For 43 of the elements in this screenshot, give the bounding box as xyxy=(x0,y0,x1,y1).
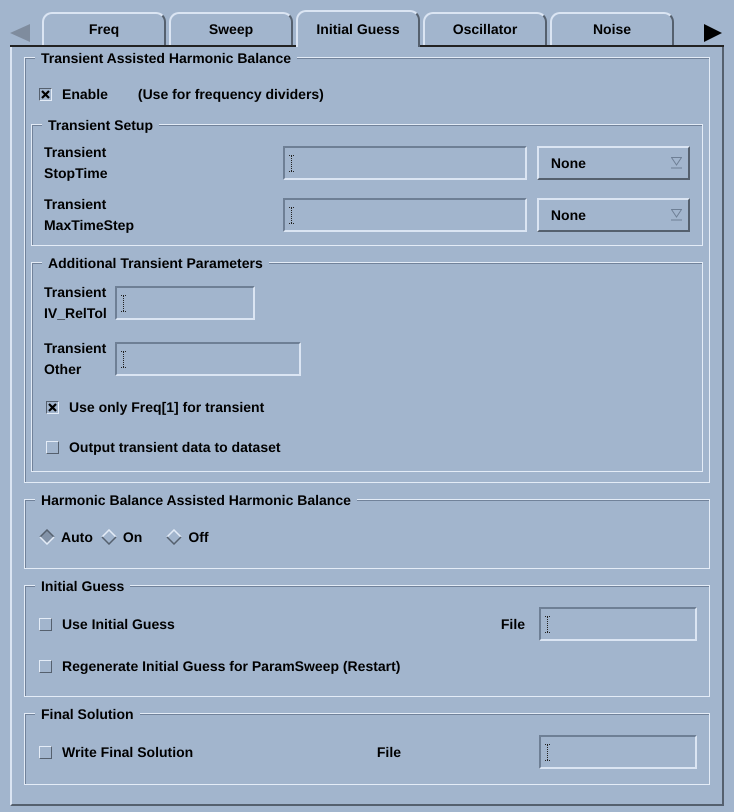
input-field[interactable] xyxy=(115,286,255,320)
checkbox[interactable] xyxy=(46,400,59,414)
checkbox[interactable] xyxy=(39,88,52,100)
radio-diamond-icon xyxy=(100,529,117,545)
field-label: File xyxy=(376,742,401,762)
radio-option[interactable]: Off xyxy=(166,526,209,548)
field-label: Transient StopTime xyxy=(44,143,109,183)
checkbox-label: Write Final Solution xyxy=(62,742,194,762)
field-label: Transient Other xyxy=(44,339,108,379)
input-field[interactable] xyxy=(539,607,697,641)
input-field[interactable] xyxy=(115,342,301,376)
dropdown-arrow-icon xyxy=(671,209,682,221)
tab[interactable]: Initial Guess xyxy=(296,10,420,47)
field-label: Transient MaxTimeStep xyxy=(44,195,135,235)
text-cursor-icon xyxy=(289,154,294,172)
radio-diamond-icon xyxy=(39,529,55,545)
dropdown[interactable]: None xyxy=(536,198,690,232)
checkbox-label: Use Initial Guess xyxy=(62,614,175,634)
text-cursor-icon xyxy=(289,206,294,224)
scroll-right-button[interactable] xyxy=(704,23,724,43)
tab[interactable]: Sweep xyxy=(169,12,293,45)
field-label: Transient IV_RelTol xyxy=(44,283,108,323)
checkbox-label: Use only Freq[1] for transient xyxy=(69,398,264,417)
text-cursor-icon xyxy=(545,744,550,760)
input-field[interactable] xyxy=(283,146,527,180)
field-label: File xyxy=(500,614,525,634)
text-cursor-icon xyxy=(121,350,126,368)
tab[interactable]: Oscillator xyxy=(423,12,547,45)
input-field[interactable] xyxy=(539,735,697,769)
radio-option[interactable]: On xyxy=(100,526,142,548)
text-cursor-icon xyxy=(545,616,550,632)
dropdown[interactable]: None xyxy=(536,146,690,180)
checkbox-label: Output transient data to dataset xyxy=(69,438,281,457)
checkbox-label: Regenerate Initial Guess for ParamSweep (Restart) xyxy=(62,656,400,676)
dropdown-arrow-icon xyxy=(671,157,682,169)
tab[interactable]: Freq xyxy=(42,12,166,45)
text-cursor-icon xyxy=(121,294,126,312)
input-field[interactable] xyxy=(283,198,527,232)
hint-text: (Use for frequency dividers) xyxy=(138,84,324,104)
radio-diamond-icon xyxy=(166,529,182,545)
tab[interactable]: Noise xyxy=(550,12,674,45)
checkbox-label: Enable xyxy=(62,84,108,104)
radio-option[interactable]: Auto xyxy=(39,526,93,548)
